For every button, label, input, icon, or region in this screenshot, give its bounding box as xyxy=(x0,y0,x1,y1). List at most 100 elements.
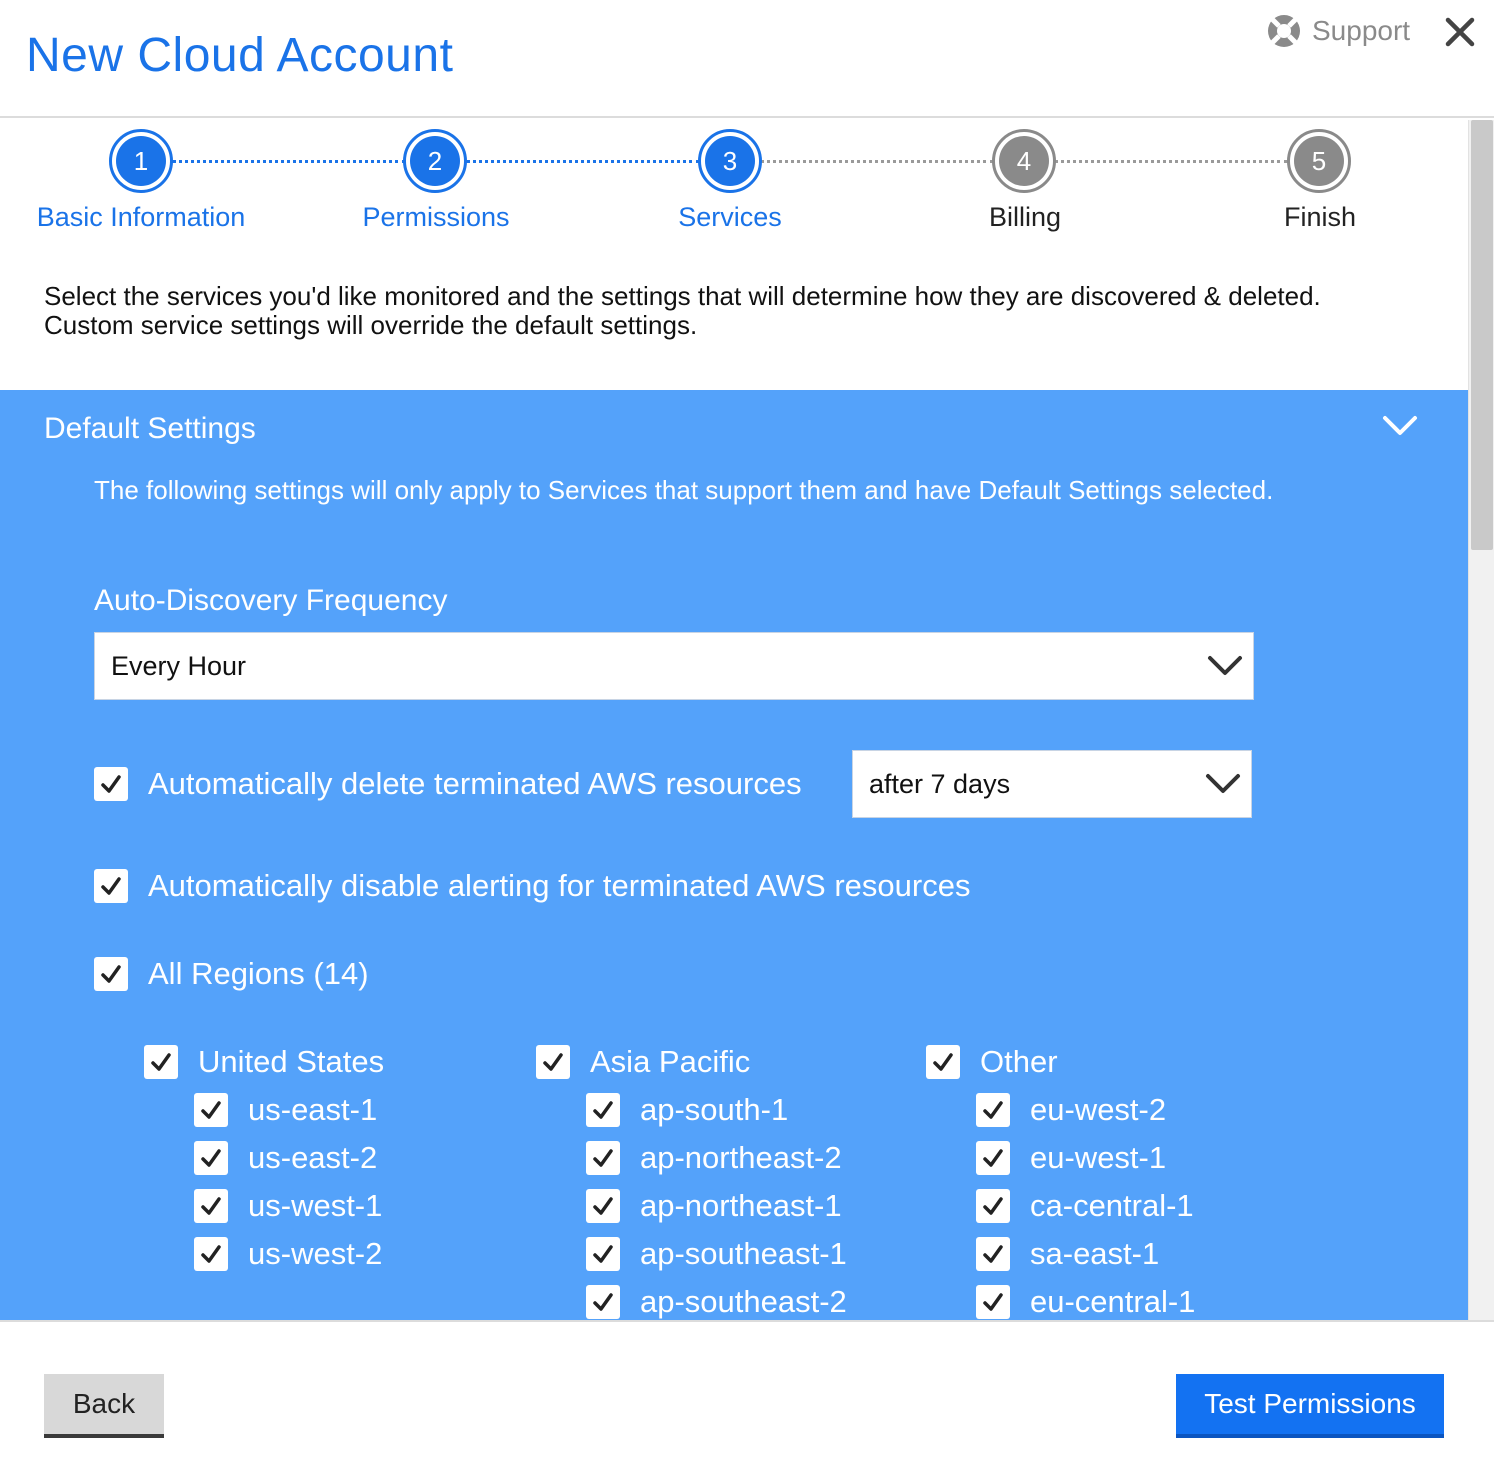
content-scrollbar[interactable] xyxy=(1468,120,1494,1320)
region-group-other: Other xyxy=(926,1044,1058,1080)
checkmark-icon xyxy=(593,1149,613,1167)
default-settings-description: The following settings will only apply t… xyxy=(94,475,1274,505)
checkmark-icon xyxy=(933,1053,953,1071)
step-connector xyxy=(760,160,994,163)
region-checkbox[interactable] xyxy=(194,1189,228,1223)
region-checkbox[interactable] xyxy=(976,1285,1010,1319)
checkmark-icon xyxy=(983,1149,1003,1167)
region-us-west-2: us-west-2 xyxy=(194,1236,382,1272)
delete-after-select[interactable]: after 7 days xyxy=(852,750,1252,818)
checkmark-icon xyxy=(151,1053,171,1071)
chevron-down-icon xyxy=(1208,656,1242,675)
checkmark-icon xyxy=(201,1149,221,1167)
delete-terminated-checkbox[interactable] xyxy=(94,767,128,801)
delete-terminated-row: Automatically delete terminated AWS reso… xyxy=(94,766,802,802)
step-connector xyxy=(172,160,406,163)
disable-alerting-label: Automatically disable alerting for termi… xyxy=(148,868,971,903)
delete-after-value: after 7 days xyxy=(869,768,1011,799)
region-checkbox[interactable] xyxy=(194,1141,228,1175)
step-5-label: Finish xyxy=(1283,202,1357,232)
region-us-west-1: us-west-1 xyxy=(194,1188,382,1224)
region-checkbox[interactable] xyxy=(194,1093,228,1127)
region-label: ap-south-1 xyxy=(640,1092,789,1127)
region-group-united-states: United States xyxy=(144,1044,384,1080)
checkmark-icon xyxy=(593,1293,613,1311)
all-regions-checkbox[interactable] xyxy=(94,957,128,991)
checkmark-icon xyxy=(201,1197,221,1215)
region-label: eu-west-2 xyxy=(1030,1092,1167,1127)
all-regions-row: All Regions (14) xyxy=(94,956,369,992)
region-label: us-west-2 xyxy=(248,1236,383,1271)
region-sa-east-1: sa-east-1 xyxy=(976,1236,1159,1272)
region-checkbox[interactable] xyxy=(976,1141,1010,1175)
region-checkbox[interactable] xyxy=(586,1237,620,1271)
region-label: us-west-1 xyxy=(248,1188,383,1223)
checkmark-icon xyxy=(983,1197,1003,1215)
step-3-label[interactable]: Services xyxy=(580,202,880,233)
chevron-down-icon xyxy=(1206,774,1240,793)
auto-discovery-label: Auto-Discovery Frequency xyxy=(94,584,448,617)
test-permissions-button[interactable]: Test Permissions xyxy=(1176,1374,1444,1438)
step-4-label: Billing xyxy=(988,202,1062,232)
step-connector xyxy=(466,160,700,163)
default-settings-panel: Default Settings The following settings … xyxy=(0,390,1468,1320)
region-label: us-east-1 xyxy=(248,1092,378,1127)
step-number: 2 xyxy=(410,136,460,186)
scrollbar-thumb[interactable] xyxy=(1471,120,1493,550)
region-checkbox[interactable] xyxy=(586,1141,620,1175)
region-group-checkbox[interactable] xyxy=(536,1045,570,1079)
region-eu-west-1: eu-west-1 xyxy=(976,1140,1166,1176)
step-2-indicator[interactable]: 2 xyxy=(403,129,467,193)
checkmark-icon xyxy=(101,965,121,983)
region-checkbox[interactable] xyxy=(976,1093,1010,1127)
region-checkbox[interactable] xyxy=(586,1285,620,1319)
support-link[interactable]: Support xyxy=(1266,14,1410,48)
step-5-indicator: 5 xyxy=(1287,129,1351,193)
wizard-stepper: 1 2 3 4 5 Basic Information Permissions … xyxy=(0,120,1468,250)
region-checkbox[interactable] xyxy=(586,1093,620,1127)
checkmark-icon xyxy=(543,1053,563,1071)
step-3-indicator[interactable]: 3 xyxy=(698,129,762,193)
step-connector xyxy=(1054,160,1288,163)
region-group-label: Asia Pacific xyxy=(590,1044,751,1079)
checkmark-icon xyxy=(983,1101,1003,1119)
region-group-checkbox[interactable] xyxy=(926,1045,960,1079)
region-group-label: United States xyxy=(198,1044,385,1079)
back-button[interactable]: Back xyxy=(44,1374,164,1438)
region-label: ca-central-1 xyxy=(1030,1188,1194,1223)
region-label: ap-northeast-1 xyxy=(640,1188,842,1223)
region-ap-south-1: ap-south-1 xyxy=(586,1092,788,1128)
region-label: ap-southeast-1 xyxy=(640,1236,847,1271)
dialog-content: 1 2 3 4 5 Basic Information Permissions … xyxy=(0,120,1468,1320)
step-1-label[interactable]: Basic Information xyxy=(0,202,291,233)
step-1-indicator[interactable]: 1 xyxy=(109,129,173,193)
region-us-east-2: us-east-2 xyxy=(194,1140,377,1176)
region-group-label: Other xyxy=(980,1044,1058,1079)
region-checkbox[interactable] xyxy=(976,1189,1010,1223)
checkmark-icon xyxy=(593,1101,613,1119)
region-us-east-1: us-east-1 xyxy=(194,1092,377,1128)
region-label: sa-east-1 xyxy=(1030,1236,1160,1271)
region-group-checkbox[interactable] xyxy=(144,1045,178,1079)
checkmark-icon xyxy=(201,1101,221,1119)
chevron-down-icon[interactable] xyxy=(1382,412,1418,440)
region-checkbox[interactable] xyxy=(194,1237,228,1271)
step-4-indicator: 4 xyxy=(992,129,1056,193)
checkmark-icon xyxy=(983,1245,1003,1263)
region-checkbox[interactable] xyxy=(586,1189,620,1223)
all-regions-label: All Regions (14) xyxy=(148,956,369,991)
step-number: 1 xyxy=(116,136,166,186)
checkmark-icon xyxy=(101,877,121,895)
region-label: ap-northeast-2 xyxy=(640,1140,842,1175)
region-label: eu-central-1 xyxy=(1030,1284,1196,1319)
region-checkbox[interactable] xyxy=(976,1237,1010,1271)
disable-alerting-checkbox[interactable] xyxy=(94,869,128,903)
default-settings-title[interactable]: Default Settings xyxy=(44,412,256,446)
region-ap-northeast-2: ap-northeast-2 xyxy=(586,1140,842,1176)
region-eu-central-1: eu-central-1 xyxy=(976,1284,1195,1320)
auto-discovery-select[interactable]: Every Hour xyxy=(94,632,1254,700)
close-icon[interactable] xyxy=(1440,12,1480,52)
dialog-footer: Back Test Permissions xyxy=(0,1320,1494,1480)
step-2-label[interactable]: Permissions xyxy=(286,202,586,233)
page-title: New Cloud Account xyxy=(26,29,454,82)
